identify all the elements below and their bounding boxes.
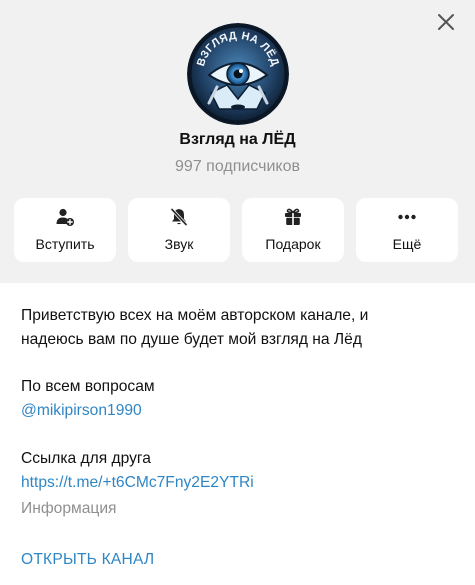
channel-description: Приветствую всех на моём авторском канал… bbox=[21, 304, 461, 352]
action-bar: Вступить Звук Подарок Ещё bbox=[14, 198, 462, 262]
channel-header: ВЗГЛЯД НА ЛЁД Взгляд на ЛЁД 997 подписчи… bbox=[0, 0, 475, 283]
close-icon bbox=[438, 14, 454, 30]
friend-link-label: Ссылка для друга bbox=[21, 450, 151, 467]
gift-icon bbox=[285, 208, 301, 225]
channel-title: Взгляд на ЛЁД bbox=[179, 131, 296, 148]
more-dots-icon bbox=[398, 214, 416, 220]
join-button[interactable]: Вступить bbox=[14, 198, 116, 262]
add-user-icon bbox=[56, 208, 74, 226]
invite-link[interactable]: https://t.me/+t6CMc7Fny2E2YTRi bbox=[21, 471, 254, 495]
more-button-label: Ещё bbox=[392, 236, 422, 252]
contact-link[interactable]: @mikipirson1990 bbox=[21, 399, 142, 423]
join-button-label: Вступить bbox=[35, 236, 95, 252]
mute-button[interactable]: Звук bbox=[128, 198, 230, 262]
gift-button[interactable]: Подарок bbox=[242, 198, 344, 262]
subscriber-count: 997 подписчиков bbox=[175, 158, 300, 175]
close-button[interactable] bbox=[434, 10, 458, 34]
channel-avatar: ВЗГЛЯД НА ЛЁД bbox=[187, 23, 289, 125]
bell-muted-icon bbox=[170, 207, 188, 227]
more-button[interactable]: Ещё bbox=[356, 198, 458, 262]
gift-button-label: Подарок bbox=[265, 236, 321, 252]
open-channel-button[interactable]: ОТКРЫТЬ КАНАЛ bbox=[21, 549, 154, 571]
mute-button-label: Звук bbox=[164, 236, 194, 252]
description-line: Приветствую всех на моём авторском канал… bbox=[21, 307, 369, 324]
questions-label: По всем вопросам bbox=[21, 378, 155, 395]
description-line: надеюсь вам по душе будет мой взгляд на … bbox=[21, 331, 362, 348]
info-caption: Информация bbox=[21, 500, 117, 517]
